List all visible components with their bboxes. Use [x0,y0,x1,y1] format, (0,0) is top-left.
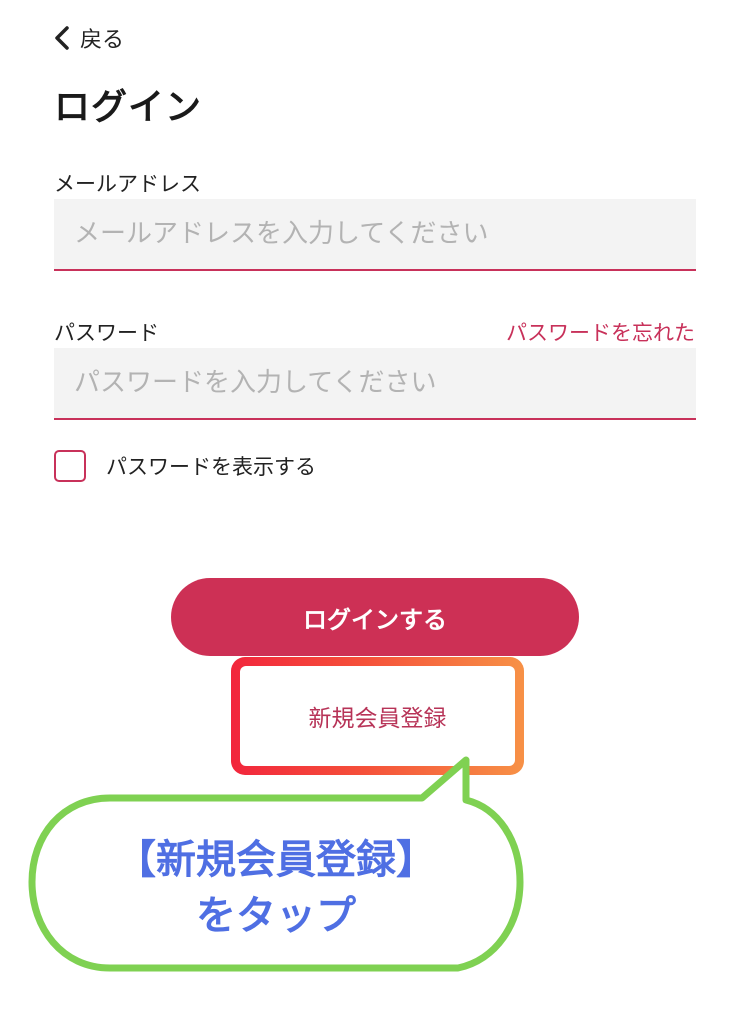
show-password-checkbox[interactable] [54,450,86,482]
back-button[interactable]: 戻る [52,22,124,54]
callout-line-1: 【新規会員登録】 [116,837,436,883]
password-field[interactable] [54,348,696,420]
forgot-password-link[interactable]: パスワードを忘れた [506,317,695,347]
register-link[interactable]: 新規会員登録 [309,699,447,733]
email-field[interactable] [54,199,696,271]
show-password-toggle[interactable]: パスワードを表示する [54,450,316,482]
callout-line-2: をタップ [196,893,356,939]
login-screen: 戻る ログイン メールアドレス パスワード パスワードを忘れた パスワードを表示… [0,0,751,1024]
register-button-area[interactable]: 新規会員登録 [240,666,515,766]
chevron-left-icon [55,26,69,50]
email-label: メールアドレス [54,172,201,196]
register-highlight-frame: 新規会員登録 [231,657,524,775]
password-label: パスワード [54,321,159,345]
show-password-label: パスワードを表示する [106,455,316,479]
login-button[interactable]: ログインする [171,578,579,656]
callout-text: 【新規会員登録】 をタップ [32,832,520,944]
page-title: ログイン [54,87,203,128]
back-label: 戻る [80,28,125,53]
